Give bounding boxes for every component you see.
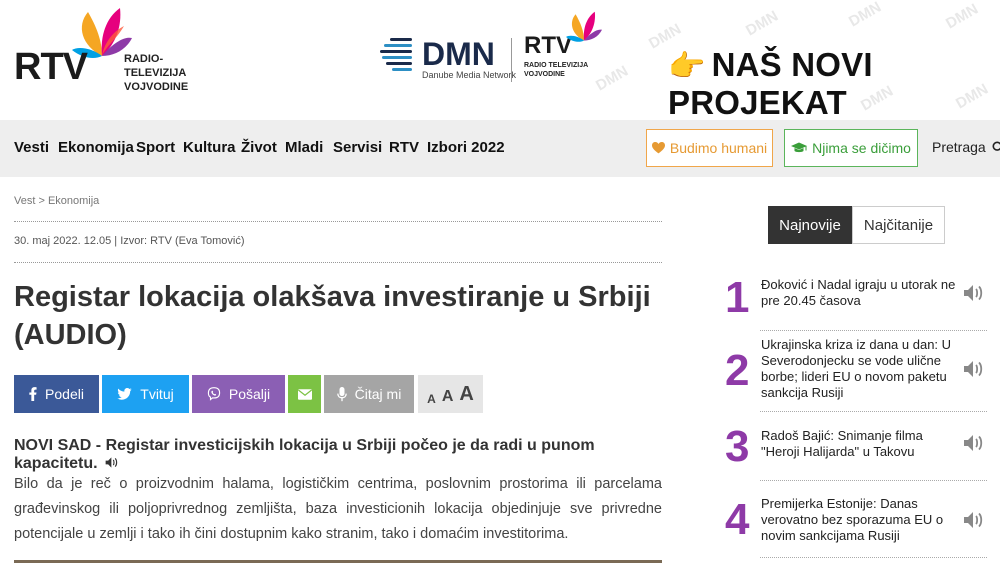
font-size-small-button[interactable]: A bbox=[427, 392, 436, 406]
share-twitter-button[interactable]: Tvituj bbox=[102, 375, 189, 413]
news-item[interactable]: 3 Radoš Bajić: Snimanje filma "Heroji Ha… bbox=[725, 425, 987, 475]
news-headline[interactable]: Đoković i Nadal igraju u utorak ne pre 2… bbox=[761, 277, 956, 309]
promo-banner[interactable]: 👉 NAŠ NOVI PROJEKAT bbox=[668, 46, 1000, 120]
news-headline[interactable]: Radoš Bajić: Snimanje filma "Heroji Hali… bbox=[761, 428, 956, 460]
budimo-humani-button[interactable]: Budimo humani bbox=[646, 129, 773, 167]
search-label: Pretraga bbox=[932, 139, 986, 155]
speaker-icon[interactable] bbox=[963, 283, 985, 303]
watermark-text: DMN bbox=[743, 7, 782, 40]
site-header: DMN DMN DMN DMN DMN DMN DMN RTV RADIO-TE… bbox=[0, 0, 1000, 120]
font-size-medium-button[interactable]: A bbox=[442, 388, 454, 406]
divider bbox=[760, 330, 987, 331]
share-facebook-button[interactable]: Podeli bbox=[14, 375, 99, 413]
watermark-text: DMN bbox=[846, 0, 885, 31]
rtv-flower-icon bbox=[566, 11, 602, 42]
font-size-large-button[interactable]: A bbox=[459, 383, 473, 406]
dmn-logo-text: DMN bbox=[422, 36, 495, 72]
page-title: Registar lokacija olakšava investiranje … bbox=[14, 281, 651, 351]
share-email-button[interactable] bbox=[288, 375, 321, 413]
news-item[interactable]: 2 Ukrajinska kriza iz dana u dan: U Seve… bbox=[725, 337, 987, 407]
dmn-logo[interactable]: DMN Danube Media Network RTV RADIO TELEV… bbox=[380, 10, 610, 90]
rtv-logo-subtitle: RADIO-TELEVIZIJA VOJVODINE bbox=[124, 53, 189, 93]
dmn-rtv-logo-text: RTV bbox=[524, 32, 572, 59]
news-headline[interactable]: Premijerka Estonije: Danas verovatno bez… bbox=[761, 496, 956, 544]
divider bbox=[14, 221, 662, 222]
search-button[interactable]: Pretraga bbox=[932, 139, 1000, 155]
nav-item-kultura[interactable]: Kultura bbox=[183, 139, 236, 156]
news-item[interactable]: 1 Đoković i Nadal igraju u utorak ne pre… bbox=[725, 276, 987, 326]
envelope-icon bbox=[297, 388, 312, 400]
search-icon bbox=[992, 140, 1000, 151]
article-body: Bilo da je reč o proizvodnim halama, log… bbox=[14, 476, 662, 542]
news-rank: 3 bbox=[725, 422, 750, 471]
nav-item-ekonomija[interactable]: Ekonomija bbox=[58, 139, 134, 156]
watermark-text: DMN bbox=[943, 0, 982, 33]
share-twitter-label: Tvituj bbox=[140, 386, 174, 402]
divider bbox=[760, 557, 987, 558]
font-size-controls: A A A bbox=[418, 375, 483, 413]
viber-icon bbox=[207, 387, 221, 401]
rtv-logo-text: RTV bbox=[14, 46, 88, 88]
facebook-icon bbox=[29, 387, 37, 401]
speaker-icon[interactable] bbox=[963, 433, 985, 453]
nav-item-sport[interactable]: Sport bbox=[136, 139, 175, 156]
tab-najcitanije[interactable]: Najčitanije bbox=[852, 206, 945, 244]
article-lead-text: NOVI SAD - Registar investicijskih lokac… bbox=[14, 437, 595, 472]
dmn-wave-icon bbox=[380, 38, 412, 71]
budimo-humani-label: Budimo humani bbox=[669, 140, 768, 156]
news-rank: 1 bbox=[725, 273, 750, 322]
rtv-logo[interactable]: RTV RADIO-TELEVIZIJA VOJVODINE bbox=[14, 6, 214, 93]
nav-item-vesti[interactable]: Vesti bbox=[14, 139, 49, 156]
njima-se-dicimo-label: Njima se dičimo bbox=[812, 140, 911, 156]
share-viber-button[interactable]: Pošalji bbox=[192, 375, 285, 413]
nav-item-rtv[interactable]: RTV bbox=[389, 139, 419, 156]
news-rank: 4 bbox=[725, 495, 750, 544]
share-facebook-label: Podeli bbox=[45, 386, 84, 402]
speaker-icon[interactable] bbox=[963, 510, 985, 530]
tab-najnovije[interactable]: Najnovije bbox=[768, 206, 852, 244]
njima-se-dicimo-button[interactable]: Njima se dičimo bbox=[784, 129, 918, 167]
logo-divider bbox=[511, 38, 512, 82]
news-rank: 2 bbox=[725, 346, 750, 395]
heart-icon bbox=[651, 142, 665, 154]
dmn-logo-subtitle: Danube Media Network bbox=[422, 70, 517, 80]
speaker-icon[interactable] bbox=[105, 456, 119, 469]
dmn-rtv-logo-subtitle: RADIO TELEVIZIJA VOJVODINE bbox=[524, 62, 589, 78]
twitter-icon bbox=[117, 388, 132, 400]
article-lead: NOVI SAD - Registar investicijskih lokac… bbox=[14, 437, 662, 473]
news-headline[interactable]: Ukrajinska kriza iz dana u dan: U Severo… bbox=[761, 337, 956, 401]
breadcrumb[interactable]: Vest > Ekonomija bbox=[14, 195, 99, 207]
divider bbox=[14, 262, 662, 263]
nav-item-izbori-2022[interactable]: Izbori 2022 bbox=[427, 139, 505, 156]
nav-item-zivot[interactable]: Život bbox=[241, 139, 277, 156]
nav-item-servisi[interactable]: Servisi bbox=[333, 139, 382, 156]
share-viber-label: Pošalji bbox=[228, 386, 271, 402]
read-aloud-button[interactable]: Čitaj mi bbox=[324, 375, 414, 413]
nav-item-mladi[interactable]: Mladi bbox=[285, 139, 323, 156]
divider bbox=[760, 480, 987, 481]
pointing-hand-icon: 👉 bbox=[668, 50, 706, 83]
read-aloud-label: Čitaj mi bbox=[354, 386, 402, 402]
article-meta: 30. maj 2022. 12.05 | Izvor: RTV (Eva To… bbox=[14, 235, 245, 247]
microphone-icon bbox=[336, 386, 347, 401]
news-item[interactable]: 4 Premijerka Estonije: Danas verovatno b… bbox=[725, 496, 987, 546]
divider bbox=[760, 411, 987, 412]
speaker-icon[interactable] bbox=[963, 359, 985, 379]
graduation-cap-icon bbox=[791, 142, 808, 153]
